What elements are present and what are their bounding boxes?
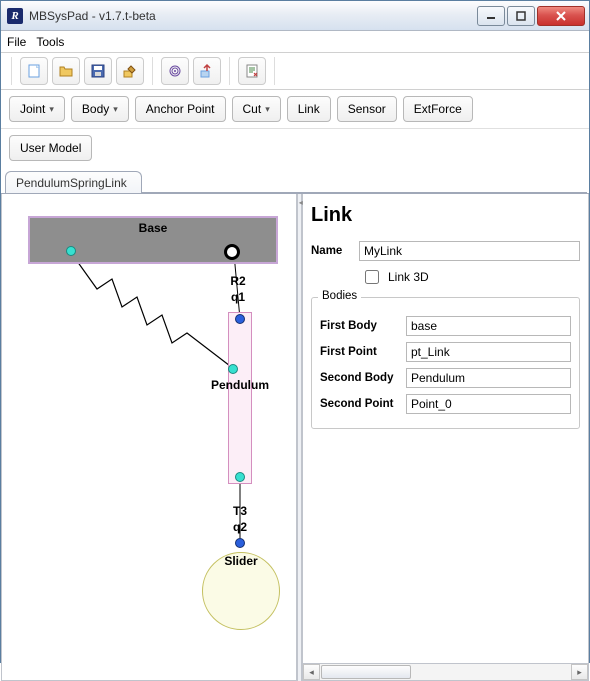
- base-body[interactable]: Base: [28, 216, 278, 264]
- cut-label: Cut: [243, 102, 262, 116]
- second-body-input[interactable]: [406, 368, 571, 388]
- second-point-input[interactable]: [406, 394, 571, 414]
- new-file-icon[interactable]: [20, 57, 48, 85]
- work-area: Base R2 q1 Pendulum T3 q2: [1, 193, 589, 681]
- bodies-legend: Bodies: [318, 290, 361, 302]
- scroll-right-icon[interactable]: ▸: [571, 664, 588, 680]
- tab-pendulum-spring-link[interactable]: PendulumSpringLink: [5, 171, 142, 193]
- pendulum-label: Pendulum: [204, 378, 276, 392]
- second-body-row: Second Body: [320, 368, 571, 388]
- menubar: File Tools: [1, 31, 589, 53]
- link3d-row: Link 3D: [361, 267, 580, 287]
- link3d-checkbox[interactable]: [365, 270, 379, 284]
- toolbar-separator: [11, 57, 12, 85]
- joint-r2-anchor[interactable]: [224, 244, 240, 260]
- pendulum-joint-top-icon[interactable]: [235, 314, 245, 324]
- properties-content: Link Name Link 3D Bodies First Body Firs…: [303, 194, 588, 663]
- minimize-button[interactable]: [477, 6, 505, 26]
- user-model-button[interactable]: User Model: [9, 135, 92, 161]
- slider-label: Slider: [216, 554, 266, 568]
- properties-heading: Link: [311, 204, 580, 227]
- close-button[interactable]: [537, 6, 585, 26]
- user-model-label: User Model: [20, 141, 81, 155]
- scroll-left-icon[interactable]: ◂: [303, 664, 320, 680]
- link-button[interactable]: Link: [287, 96, 331, 122]
- second-point-label: Second Point: [320, 398, 398, 410]
- edit-model-icon[interactable]: [116, 57, 144, 85]
- first-point-input[interactable]: [406, 342, 571, 362]
- tab-strip: PendulumSpringLink: [1, 171, 589, 193]
- user-model-row: User Model: [1, 129, 589, 171]
- joint-t3-label: T3: [226, 504, 254, 518]
- body-label: Body: [82, 102, 109, 116]
- link-label: Link: [298, 102, 320, 116]
- properties-panel: Link Name Link 3D Bodies First Body Firs…: [302, 194, 589, 681]
- name-label: Name: [311, 245, 351, 257]
- pendulum-point-bottom-icon[interactable]: [235, 472, 245, 482]
- tab-strip-fill: [142, 171, 587, 193]
- anchor-point-label: Anchor Point: [146, 102, 215, 116]
- pendulum-point-icon[interactable]: [228, 364, 238, 374]
- save-icon[interactable]: [84, 57, 112, 85]
- second-body-label: Second Body: [320, 372, 398, 384]
- name-row: Name: [311, 241, 580, 261]
- element-bar: Joint▾ Body▾ Anchor Point Cut▾ Link Sens…: [1, 90, 589, 129]
- fingerprint-icon[interactable]: [161, 57, 189, 85]
- first-point-label: First Point: [320, 346, 398, 358]
- canvas-panel: Base R2 q1 Pendulum T3 q2: [1, 194, 297, 681]
- toolbar-separator: [274, 57, 275, 85]
- open-folder-icon[interactable]: [52, 57, 80, 85]
- toolbar: [1, 53, 589, 90]
- joint-r2-label: R2: [224, 274, 252, 288]
- cut-button[interactable]: Cut▾: [232, 96, 281, 122]
- splitter[interactable]: [297, 194, 302, 681]
- bodies-fieldset: Bodies First Body First Point Second Bod…: [311, 297, 580, 429]
- base-label: Base: [139, 221, 168, 235]
- extforce-label: ExtForce: [414, 102, 462, 116]
- slider-joint-icon[interactable]: [235, 538, 245, 548]
- menu-tools[interactable]: Tools: [36, 35, 64, 49]
- model-canvas[interactable]: Base R2 q1 Pendulum T3 q2: [2, 194, 296, 680]
- chevron-down-icon: ▾: [49, 104, 54, 115]
- pendulum-body[interactable]: [228, 312, 252, 484]
- export-icon[interactable]: [193, 57, 221, 85]
- second-point-row: Second Point: [320, 394, 571, 414]
- menu-file[interactable]: File: [7, 35, 26, 49]
- extforce-button[interactable]: ExtForce: [403, 96, 473, 122]
- joint-button[interactable]: Joint ▾: [9, 96, 65, 122]
- base-point-icon[interactable]: [66, 246, 76, 256]
- joint-label: Joint: [20, 102, 45, 116]
- window-title: MBSysPad - v1.7.t-beta: [29, 9, 475, 23]
- chevron-down-icon: ▾: [265, 104, 270, 115]
- coord-q1-label: q1: [224, 290, 252, 304]
- first-point-row: First Point: [320, 342, 571, 362]
- first-body-row: First Body: [320, 316, 571, 336]
- window-buttons: [475, 6, 585, 26]
- first-body-input[interactable]: [406, 316, 571, 336]
- toolbar-separator: [152, 57, 153, 85]
- toolbar-separator: [229, 57, 230, 85]
- tab-label: PendulumSpringLink: [16, 176, 127, 190]
- maximize-button[interactable]: [507, 6, 535, 26]
- anchor-point-button[interactable]: Anchor Point: [135, 96, 226, 122]
- first-body-label: First Body: [320, 320, 398, 332]
- link3d-label: Link 3D: [388, 270, 429, 284]
- name-input[interactable]: [359, 241, 580, 261]
- sensor-label: Sensor: [348, 102, 386, 116]
- body-button[interactable]: Body ▾: [71, 96, 129, 122]
- sensor-button[interactable]: Sensor: [337, 96, 397, 122]
- chevron-down-icon: ▾: [113, 104, 118, 115]
- gen-code-icon[interactable]: [238, 57, 266, 85]
- coord-q2-label: q2: [226, 520, 254, 534]
- properties-h-scroll[interactable]: ◂ ▸: [303, 663, 588, 680]
- app-icon: R: [7, 8, 23, 24]
- scroll-thumb[interactable]: [321, 665, 411, 679]
- titlebar: R MBSysPad - v1.7.t-beta: [1, 1, 589, 31]
- scroll-track[interactable]: [320, 664, 571, 680]
